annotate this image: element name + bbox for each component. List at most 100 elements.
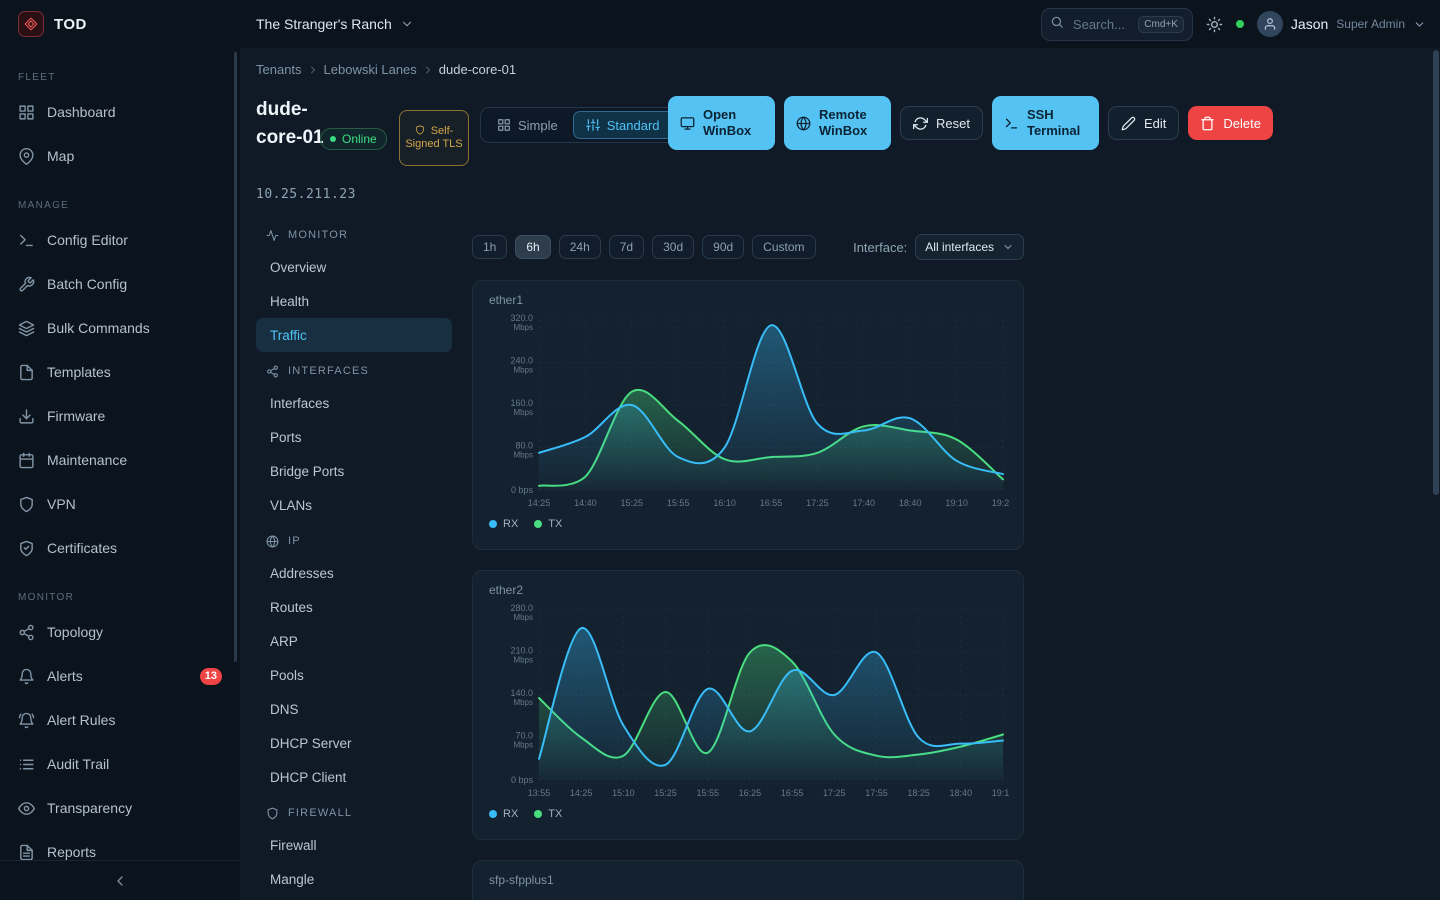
time-range-90d[interactable]: 90d [702, 235, 744, 259]
sidebar-item-bulk-commands[interactable]: Bulk Commands [0, 306, 240, 350]
list-icon [18, 756, 35, 773]
subnav-item-ports[interactable]: Ports [256, 420, 452, 454]
activity-icon [266, 229, 279, 242]
sidebar-item-reports[interactable]: Reports [0, 830, 240, 860]
sidebar-item-templates[interactable]: Templates [0, 350, 240, 394]
user-role: Super Admin [1336, 17, 1405, 31]
shield-icon [18, 496, 35, 513]
subnav-item-vlans[interactable]: VLANs [256, 488, 452, 522]
remote-winbox-button[interactable]: Remote WinBox [784, 96, 891, 150]
edit-button[interactable]: Edit [1108, 106, 1179, 140]
sidebar-section-fleet: FLEET [18, 66, 222, 88]
delete-button[interactable]: Delete [1188, 106, 1273, 140]
legend-rx[interactable]: RX [489, 808, 518, 820]
page-scrollbar[interactable] [1433, 48, 1439, 900]
search-input[interactable] [1071, 16, 1131, 33]
pencil-icon [1121, 116, 1136, 131]
time-range-30d[interactable]: 30d [652, 235, 694, 259]
connection-status-dot [1236, 20, 1244, 28]
sidebar-item-alert-rules[interactable]: Alert Rules [0, 698, 240, 742]
subnav-item-bridge-ports[interactable]: Bridge Ports [256, 454, 452, 488]
svg-text:16:55: 16:55 [760, 498, 783, 508]
subnav-item-dhcp-server[interactable]: DHCP Server [256, 726, 452, 760]
sidebar-item-vpn[interactable]: VPN [0, 482, 240, 526]
sliders-icon [586, 118, 600, 132]
sidebar-item-dashboard[interactable]: Dashboard [0, 90, 240, 134]
sidebar-item-map[interactable]: Map [0, 134, 240, 178]
svg-text:70.0: 70.0 [515, 731, 533, 741]
svg-text:13:55: 13:55 [528, 788, 551, 798]
user-menu[interactable]: Jason Super Admin [1257, 11, 1426, 37]
subnav-item-addr-lists[interactable]: Addr Lists [256, 896, 452, 900]
open-winbox-button[interactable]: Open WinBox [668, 96, 775, 150]
traffic-chart-ether2[interactable]: 0 bps70.0Mbps140.0Mbps210.0Mbps280.0Mbps… [489, 600, 1009, 806]
legend-tx[interactable]: TX [534, 518, 562, 530]
legend-rx[interactable]: RX [489, 518, 518, 530]
time-range-6h[interactable]: 6h [515, 235, 550, 259]
subnav-item-overview[interactable]: Overview [256, 250, 452, 284]
time-range-1h[interactable]: 1h [472, 235, 507, 259]
trash-icon [1200, 116, 1215, 131]
legend-tx[interactable]: TX [534, 808, 562, 820]
time-range-24h[interactable]: 24h [559, 235, 601, 259]
breadcrumb-tenants[interactable]: Tenants [256, 62, 302, 77]
legend-dot-icon [534, 810, 542, 818]
subnav-item-dhcp-client[interactable]: DHCP Client [256, 760, 452, 794]
time-range-7d[interactable]: 7d [609, 235, 644, 259]
svg-text:Mbps: Mbps [513, 408, 533, 417]
interface-select[interactable]: All interfaces [915, 234, 1024, 260]
subnav-item-addresses[interactable]: Addresses [256, 556, 452, 590]
subnav-item-arp[interactable]: ARP [256, 624, 452, 658]
svg-text:19:10: 19:10 [992, 788, 1009, 798]
sidebar-item-firmware[interactable]: Firmware [0, 394, 240, 438]
chevron-left-icon [112, 873, 128, 889]
sidebar-item-maintenance[interactable]: Maintenance [0, 438, 240, 482]
view-mode-simple[interactable]: Simple [484, 111, 571, 139]
search-shortcut-kbd: Cmd+K [1138, 16, 1184, 33]
sidebar-scrollbar[interactable] [234, 52, 237, 662]
layers-icon [18, 320, 35, 337]
sidebar-item-alerts[interactable]: Alerts13 [0, 654, 240, 698]
ssh-terminal-button[interactable]: SSH Terminal [992, 96, 1099, 150]
subnav-item-firewall[interactable]: Firewall [256, 828, 452, 862]
svg-text:18:40: 18:40 [899, 498, 922, 508]
view-mode-standard[interactable]: Standard [573, 111, 673, 139]
svg-text:17:25: 17:25 [823, 788, 846, 798]
subnav-item-routes[interactable]: Routes [256, 590, 452, 624]
sidebar-item-certificates[interactable]: Certificates [0, 526, 240, 570]
file-text-icon [18, 844, 35, 861]
subnav-item-health[interactable]: Health [256, 284, 452, 318]
app-logo[interactable]: TOD [0, 0, 240, 48]
sidebar-item-topology[interactable]: Topology [0, 610, 240, 654]
tenant-name: The Stranger's Ranch [256, 16, 392, 32]
subnav-item-dns[interactable]: DNS [256, 692, 452, 726]
subnav-item-mangle[interactable]: Mangle [256, 862, 452, 896]
charts: ether10 bps80.0Mbps160.0Mbps240.0Mbps320… [472, 280, 1024, 900]
subnav-item-pools[interactable]: Pools [256, 658, 452, 692]
svg-text:15:25: 15:25 [654, 788, 677, 798]
sidebar-item-config-editor[interactable]: Config Editor [0, 218, 240, 262]
sidebar-item-batch-config[interactable]: Batch Config [0, 262, 240, 306]
terminal-icon [18, 232, 35, 249]
search-box[interactable]: Cmd+K [1041, 8, 1193, 41]
subnav-item-traffic[interactable]: Traffic [256, 318, 452, 352]
map-pin-icon [18, 148, 35, 165]
user-icon [1263, 17, 1277, 31]
theme-toggle-button[interactable] [1206, 16, 1223, 33]
breadcrumb-dude-core-01[interactable]: dude-core-01 [439, 62, 516, 77]
legend-dot-icon [489, 810, 497, 818]
app-name: TOD [54, 16, 87, 33]
sidebar-item-transparency[interactable]: Transparency [0, 786, 240, 830]
tenant-selector[interactable]: The Stranger's Ranch [256, 16, 414, 32]
reset-button[interactable]: Reset [900, 106, 983, 140]
sidebar-item-audit-trail[interactable]: Audit Trail [0, 742, 240, 786]
subnav-item-interfaces[interactable]: Interfaces [256, 386, 452, 420]
subnav-section-ip: IP [256, 526, 452, 556]
time-range-custom[interactable]: Custom [752, 235, 815, 259]
svg-text:Mbps: Mbps [513, 613, 533, 622]
device-header: dude-core-01 Online Self-Signed TLS Simp… [256, 92, 1416, 220]
breadcrumb-lebowski-lanes[interactable]: Lebowski Lanes [324, 62, 417, 77]
traffic-chart-ether1[interactable]: 0 bps80.0Mbps160.0Mbps240.0Mbps320.0Mbps… [489, 310, 1009, 516]
sidebar-collapse-button[interactable] [0, 860, 240, 900]
share-2-icon [18, 624, 35, 641]
